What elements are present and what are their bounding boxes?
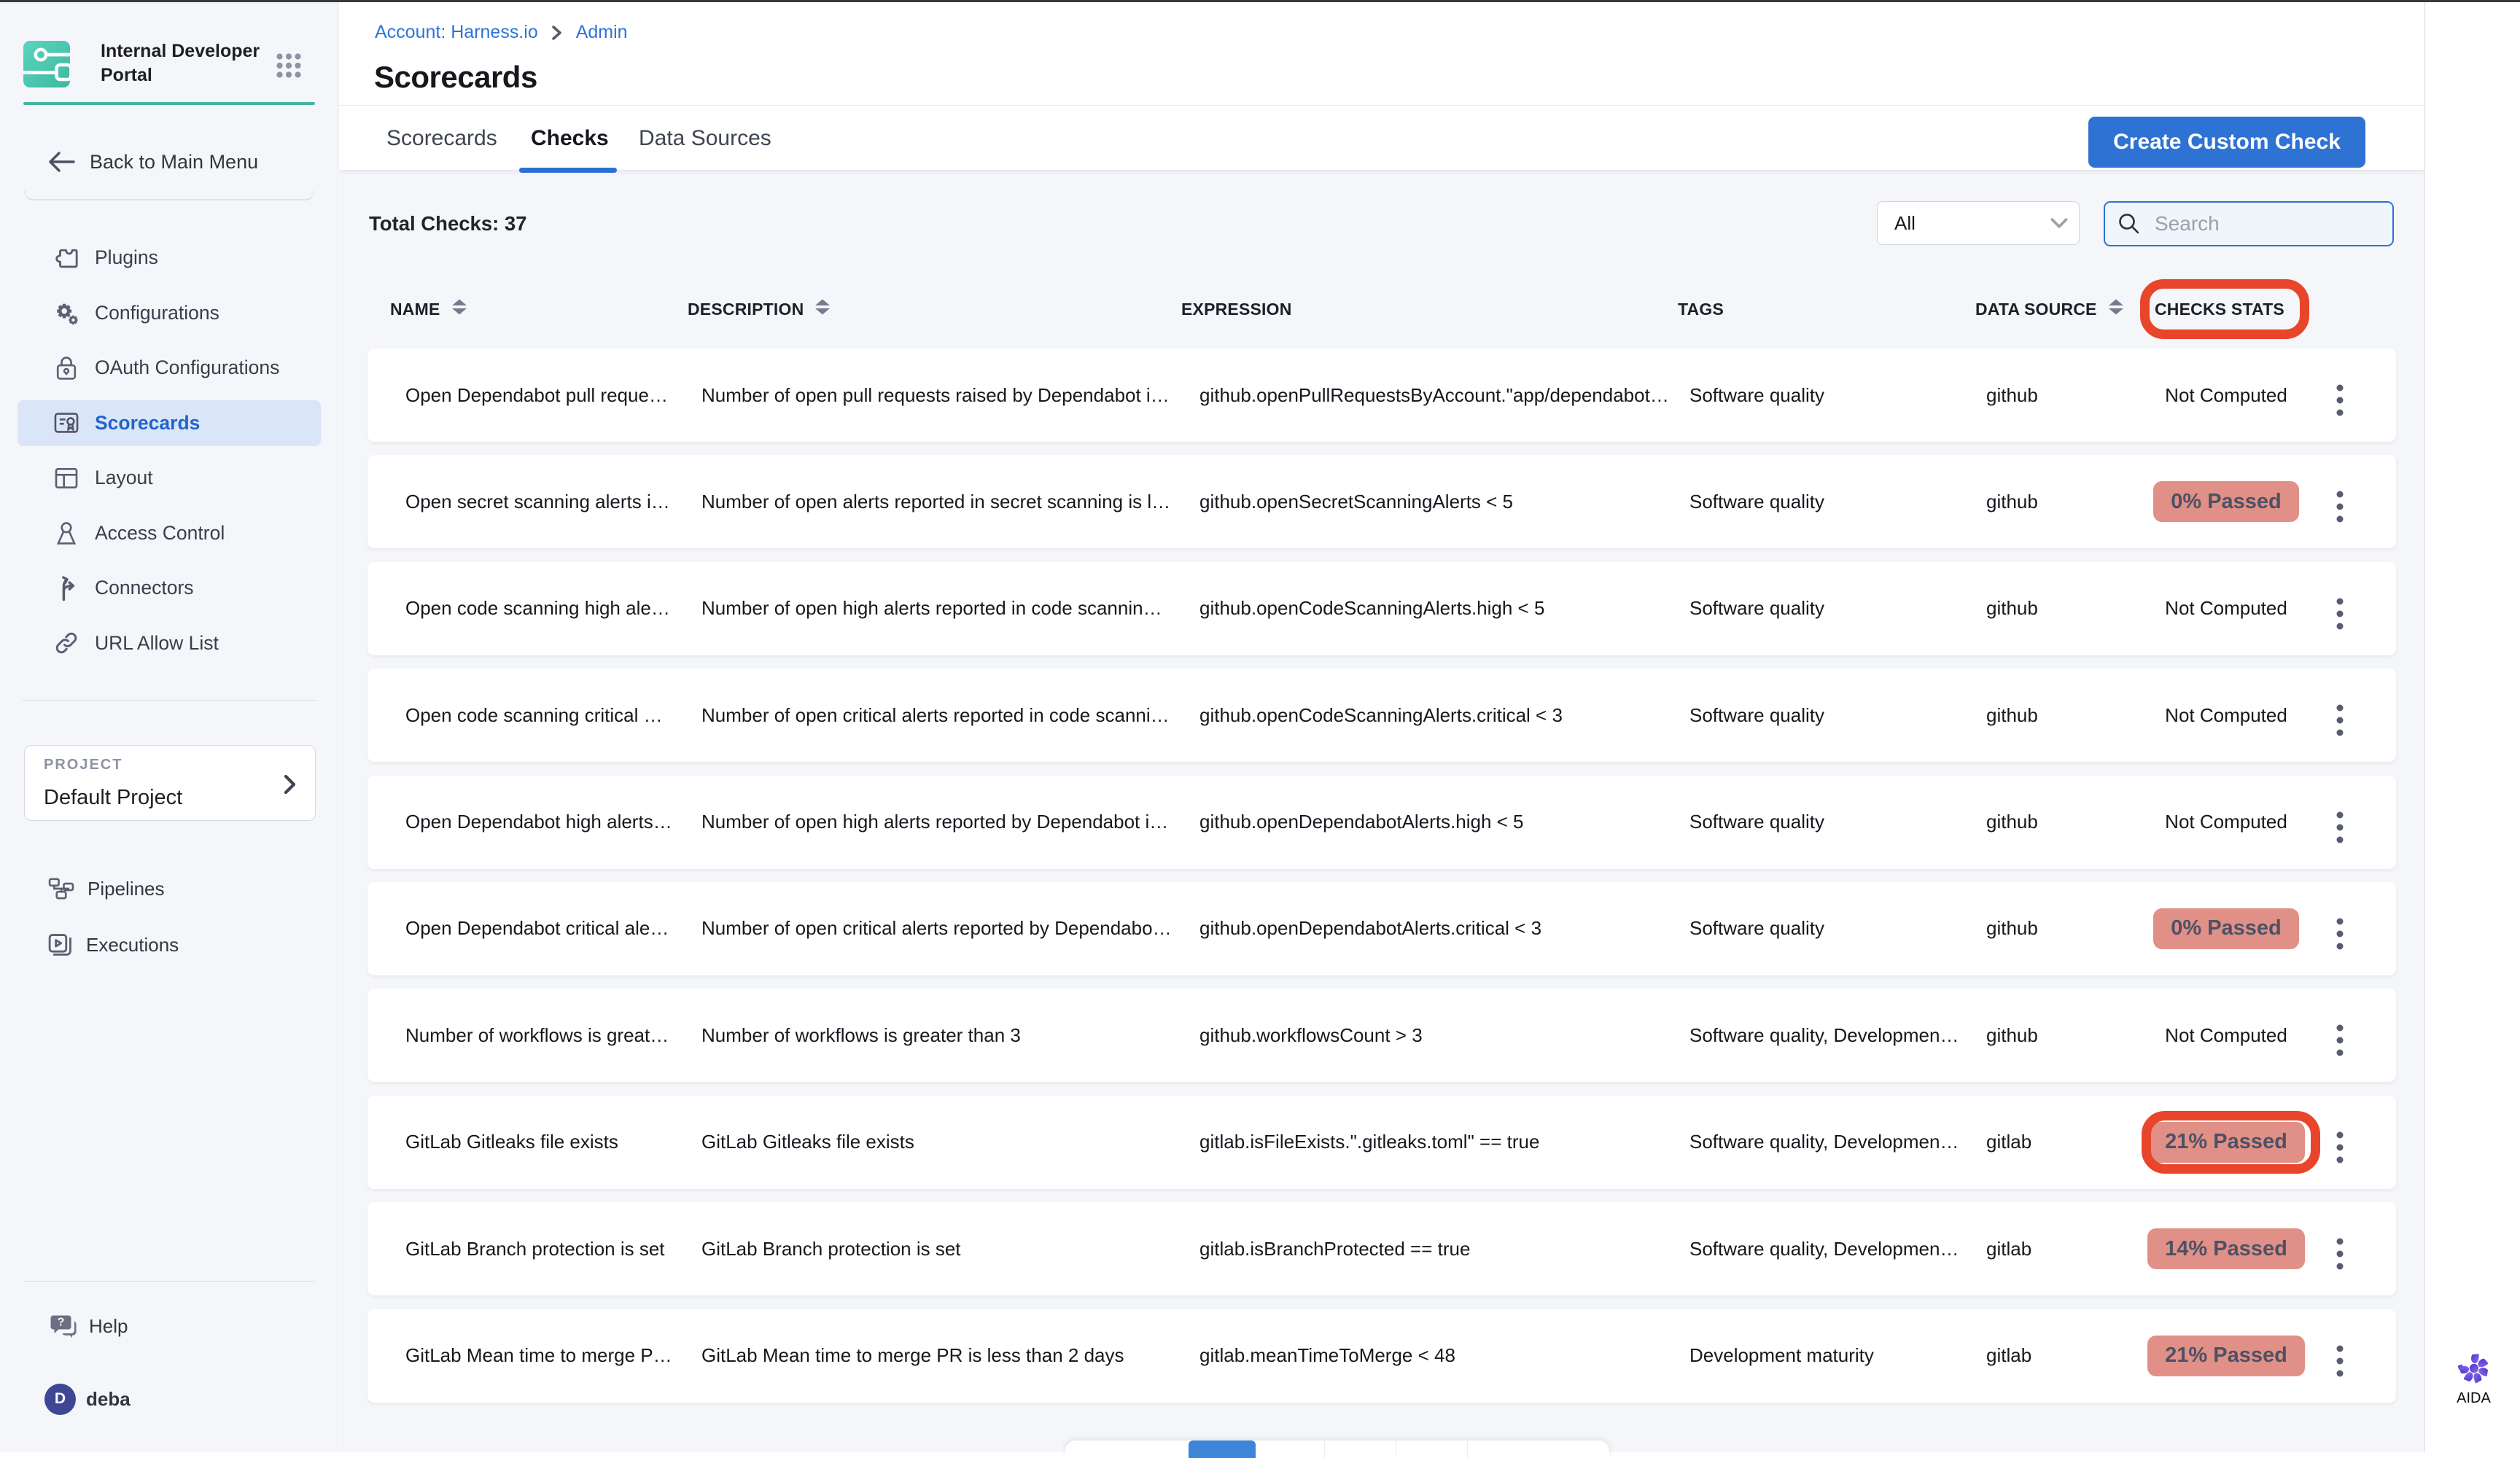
svg-text:?: ?: [58, 1317, 65, 1329]
